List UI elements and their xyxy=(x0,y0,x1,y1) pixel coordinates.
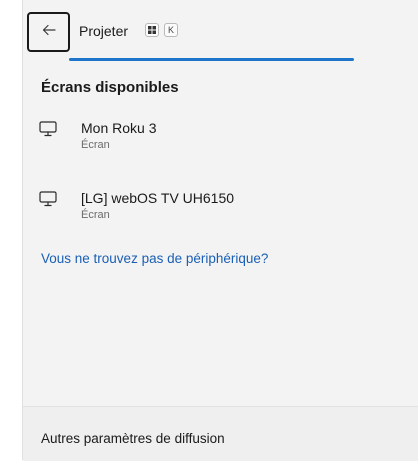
arrow-left-icon xyxy=(41,22,57,43)
scanning-progress-bar xyxy=(69,58,354,61)
device-item-lg-webos-tv[interactable]: [LG] webOS TV UH6150 Écran xyxy=(23,187,418,233)
windows-logo-icon xyxy=(148,21,156,39)
shortcut-key-badge: K xyxy=(164,23,178,37)
flyout-header: Projeter K xyxy=(23,10,418,56)
windows-key-badge xyxy=(145,23,159,37)
more-cast-settings-button[interactable]: Autres paramètres de diffusion xyxy=(23,406,418,461)
monitor-icon xyxy=(39,121,57,142)
device-item-mon-roku-3[interactable]: Mon Roku 3 Écran xyxy=(23,117,418,163)
device-type: Écran xyxy=(81,139,110,151)
back-button[interactable] xyxy=(27,12,70,52)
footer-label: Autres paramètres de diffusion xyxy=(41,431,225,446)
section-title: Écrans disponibles xyxy=(41,79,179,96)
monitor-icon xyxy=(39,191,57,212)
device-type: Écran xyxy=(81,209,110,221)
project-flyout: Projeter K Écrans disponibles Mon Roku 3… xyxy=(22,0,418,461)
device-name: [LG] webOS TV UH6150 xyxy=(81,190,235,206)
device-not-found-link[interactable]: Vous ne trouvez pas de périphérique? xyxy=(41,251,268,266)
device-name: Mon Roku 3 xyxy=(81,120,157,136)
page-title: Projeter xyxy=(79,23,129,39)
